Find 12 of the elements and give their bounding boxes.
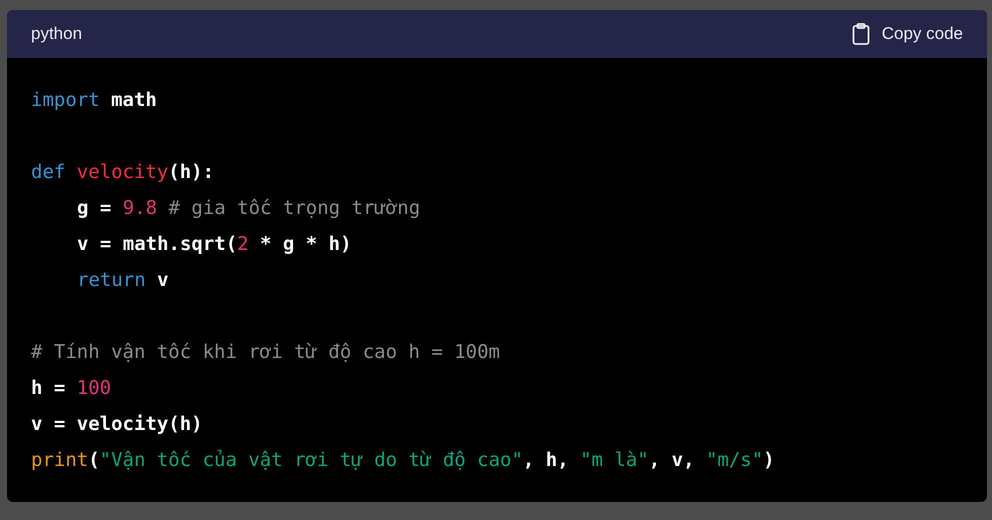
code-line: v = math.sqrt(2 * g * h) xyxy=(77,233,352,255)
code-line: # Tính vận tốc khi rơi từ độ cao h = 100m xyxy=(31,341,500,363)
code-line: import math xyxy=(31,89,157,111)
code-line: return v xyxy=(77,269,169,291)
copy-code-button[interactable]: Copy code xyxy=(852,19,963,49)
code-line: h = 100 xyxy=(31,377,112,399)
language-label: python xyxy=(31,24,82,44)
code-line: print("Vận tốc của vật rơi tự do từ độ cao", h, "m là", v, "m/s") xyxy=(31,449,775,471)
code-line: g = 9.8 # gia tốc trọng trường xyxy=(77,197,420,219)
clipboard-icon xyxy=(852,23,870,45)
code-line: v = velocity(h) xyxy=(31,413,203,435)
code-line: def velocity(h): xyxy=(31,161,214,183)
